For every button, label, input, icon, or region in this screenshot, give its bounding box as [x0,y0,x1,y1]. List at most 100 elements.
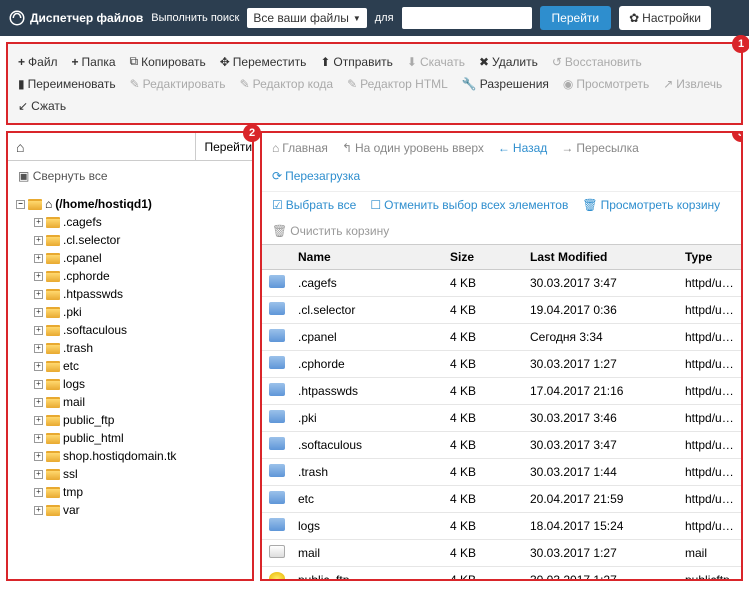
restore-button[interactable]: ↺Восстановить [552,55,642,69]
expand-icon[interactable]: + [34,326,43,335]
nav-up[interactable]: ↰На один уровень вверх [342,141,484,155]
table-row[interactable]: .softaculous4 KB30.03.2017 3:47httpd/uni… [262,432,741,459]
tree-item[interactable]: +mail [34,393,244,411]
home-icon[interactable]: ⌂ [8,139,32,155]
settings-button[interactable]: ✿ Настройки [619,6,711,30]
delete-button[interactable]: ✖Удалить [479,55,538,69]
table-row[interactable]: public_ftp4 KB30.03.2017 1:27publicftp [262,567,741,579]
table-row[interactable]: .htpasswds4 KB17.04.2017 21:16httpd/unix… [262,378,741,405]
move-button[interactable]: ✥Переместить [220,55,307,69]
expand-icon[interactable]: + [34,290,43,299]
file-button[interactable]: +Файл [18,55,58,69]
expand-icon[interactable]: + [34,254,43,263]
pub-icon [269,572,285,579]
expand-icon[interactable]: + [34,416,43,425]
permissions-button[interactable]: 🔧Разрешения [462,77,549,91]
folder-button[interactable]: +Папка [72,55,116,69]
search-label: Выполнить поиск [151,12,239,24]
tree-item[interactable]: + etc [34,357,244,375]
view-trash[interactable]: 🗑Просмотреть корзину [582,198,720,212]
rename-button[interactable]: ▮Переименовать [18,77,116,91]
tree-item[interactable]: +shop.hostiqdomain.tk [34,447,244,465]
expand-icon[interactable]: + [34,488,43,497]
forward-icon: → [561,141,573,155]
search-scope-select[interactable]: Все ваши файлы ▼ [247,8,366,28]
expand-icon[interactable]: + [34,218,43,227]
tree-item[interactable]: +logs [34,375,244,393]
tree-item[interactable]: +.htpasswds [34,285,244,303]
tree-item[interactable]: +.pki [34,303,244,321]
copy-button[interactable]: ⧉Копировать [130,54,206,69]
nav-reload[interactable]: ⟳Перезагрузка [272,169,360,183]
table-row[interactable]: mail4 KB30.03.2017 1:27mail [262,540,741,567]
folder-icon [46,451,60,462]
table-row[interactable]: .cl.selector4 KB19.04.2017 0:36httpd/uni… [262,297,741,324]
html-editor-button[interactable]: ✎Редактор HTML [347,77,448,91]
tree-item[interactable]: +.cl.selector [34,231,244,249]
tree-item[interactable]: +.trash [34,339,244,357]
back-icon: ← [498,141,510,155]
col-modified[interactable]: Last Modified [524,245,679,269]
plus-icon: + [18,55,25,69]
table-row[interactable]: .cpanel4 KBСегодня 3:34httpd/unix-direct… [262,324,741,351]
expand-icon[interactable]: + [34,236,43,245]
expand-icon[interactable]: + [34,452,43,461]
tree-panel: 2 ⌂ Перейти ▣ Свернуть все − ⌂ (/home/ho… [6,131,254,581]
tree-item[interactable]: +ssl [34,465,244,483]
tree-item[interactable]: +.cagefs [34,213,244,231]
file-name: mail [292,541,444,565]
expand-icon[interactable]: + [34,506,43,515]
expand-icon[interactable]: + [34,398,43,407]
expand-icon[interactable]: + [34,308,43,317]
table-row[interactable]: etc4 KB20.04.2017 21:59httpd/unix-direct… [262,486,741,513]
search-input[interactable] [402,7,532,29]
upload-button[interactable]: ⬆Отправить [320,55,393,69]
empty-trash[interactable]: 🗑Очистить корзину [272,224,731,238]
file-modified: Сегодня 3:34 [524,325,679,349]
tree-item[interactable]: +public_html [34,429,244,447]
expand-icon[interactable]: + [34,380,43,389]
folder-icon [46,487,60,498]
collapse-icon[interactable]: − [16,200,25,209]
file-size: 4 KB [444,325,524,349]
table-row[interactable]: logs4 KB18.04.2017 15:24httpd/unix-direc… [262,513,741,540]
table-row[interactable]: .pki4 KB30.03.2017 3:46httpd/unix-direct… [262,405,741,432]
select-all[interactable]: ☑Выбрать все [272,198,356,212]
view-button[interactable]: ◉Просмотреть [563,77,649,91]
folder-icon [46,343,60,354]
path-input[interactable] [32,136,195,158]
tree-label: etc [63,359,79,373]
table-row[interactable]: .cphorde4 KB30.03.2017 1:27httpd/unix-di… [262,351,741,378]
unselect-all[interactable]: ☐Отменить выбор всех элементов [370,198,568,212]
col-name[interactable]: Name [292,245,444,269]
rename-icon: ▮ [18,77,25,91]
tree-item[interactable]: +tmp [34,483,244,501]
table-row[interactable]: .cagefs4 KB30.03.2017 3:47httpd/unix-dir… [262,270,741,297]
tree-item[interactable]: +.cpanel [34,249,244,267]
tree-item[interactable]: +.softaculous [34,321,244,339]
tree-item[interactable]: +var [34,501,244,519]
file-type: httpd/unix-directory [679,298,741,322]
expand-icon[interactable]: + [34,272,43,281]
expand-icon[interactable]: + [34,470,43,479]
nav-back[interactable]: ←Назад [498,141,547,155]
extract-button[interactable]: ↗Извлечь [663,77,722,91]
file-type: httpd/unix-directory [679,325,741,349]
download-button[interactable]: ⬇Скачать [407,55,465,69]
compress-button[interactable]: ↙Сжать [18,99,66,113]
expand-icon[interactable]: + [34,434,43,443]
code-editor-button[interactable]: ✎Редактор кода [240,77,334,91]
col-size[interactable]: Size [444,245,524,269]
collapse-all[interactable]: ▣ Свернуть все [8,161,252,191]
tree-item[interactable]: +public_ftp [34,411,244,429]
nav-forward[interactable]: →Пересылка [561,141,638,155]
expand-icon[interactable]: + [34,344,43,353]
col-type[interactable]: Type [679,245,741,269]
go-button[interactable]: Перейти [540,6,612,30]
table-row[interactable]: .trash4 KB30.03.2017 1:44httpd/unix-dire… [262,459,741,486]
tree-root[interactable]: − ⌂ (/home/hostiqd1) [16,195,244,213]
expand-icon[interactable]: + [34,362,43,371]
nav-home[interactable]: ⌂Главная [272,141,328,155]
edit-button[interactable]: ✎Редактировать [130,77,226,91]
tree-item[interactable]: +.cphorde [34,267,244,285]
